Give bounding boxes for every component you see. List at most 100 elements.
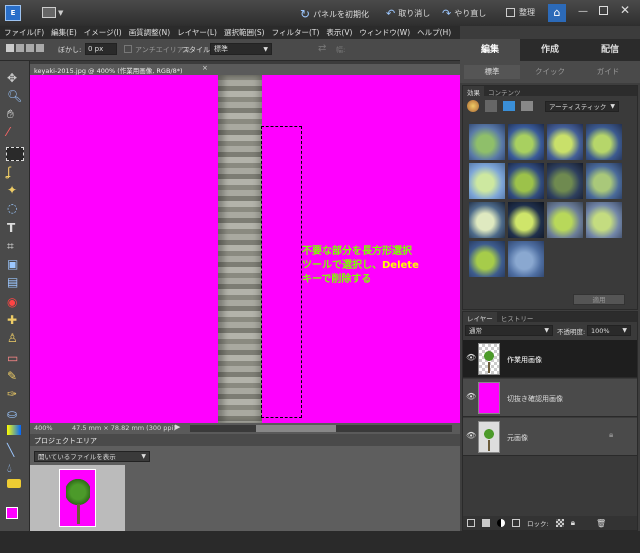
effect-thumb[interactable] (469, 163, 505, 199)
gradient-tool-icon[interactable] (7, 425, 21, 435)
brush-tool-icon[interactable]: ✑ (7, 387, 23, 403)
foreground-color-swatch[interactable] (6, 507, 18, 519)
recompose-tool-icon[interactable]: ▣ (7, 257, 23, 273)
style-icon[interactable] (485, 100, 497, 112)
minimize-button[interactable]: — (578, 6, 588, 17)
straighten-tool-icon[interactable]: ▤ (7, 275, 23, 291)
tab-quick[interactable]: クイック (522, 65, 578, 79)
menu-filter[interactable]: フィルター(T) (272, 27, 320, 38)
eye-icon[interactable]: 👁︎ (466, 392, 476, 401)
pencil-tool-icon[interactable]: ✎ (7, 369, 23, 385)
menu-help[interactable]: ヘルプ(H) (417, 27, 451, 38)
lasso-tool-icon[interactable]: ʆ (7, 165, 23, 181)
organize-button[interactable]: 整理 (506, 7, 535, 18)
effect-thumb[interactable] (586, 124, 622, 160)
menu-layer[interactable]: レイヤー(L) (177, 27, 217, 38)
menu-image[interactable]: イメージ(I) (84, 27, 122, 38)
paint-bucket-tool-icon[interactable]: ⛀ (7, 407, 23, 423)
horizontal-scrollbar[interactable] (190, 425, 452, 432)
quick-selection-tool-icon[interactable]: ◌ (7, 201, 23, 217)
effects-category-icons[interactable] (467, 100, 533, 112)
home-button[interactable]: ⌂ (548, 4, 566, 22)
adjustment-layer-icon[interactable] (497, 519, 505, 527)
tab-edit[interactable]: 編集 (460, 39, 520, 61)
layer-row[interactable]: 👁︎ 元画像 🔒︎ (463, 418, 637, 456)
new-fill-layer-icon[interactable] (482, 519, 490, 527)
lock-all-icon[interactable]: 🔒︎ (571, 518, 575, 528)
effect-thumb[interactable] (508, 163, 544, 199)
close-button[interactable]: ✕ (620, 3, 630, 17)
tab-effects[interactable]: 効果 (463, 86, 484, 97)
blur-tool-icon[interactable]: 💧︎ (7, 461, 23, 477)
layer-row[interactable]: 👁︎ 切抜き確認用画像 (463, 379, 637, 417)
eye-icon[interactable]: 👁︎ (466, 431, 476, 440)
redo-button[interactable]: ↷ やり直し (442, 7, 486, 20)
effect-thumb[interactable] (469, 124, 505, 160)
tab-guided[interactable]: ガイド (580, 65, 636, 79)
menu-window[interactable]: ウィンドウ(W) (359, 27, 410, 38)
hand-tool-icon[interactable]: ✋︎ (7, 107, 23, 123)
document-tab[interactable]: keyaki-2015.jpg @ 400% (作業用画像, RGB/8*) × (30, 64, 460, 75)
style-dropdown[interactable]: 標準 ▼ (210, 43, 272, 55)
line-tool-icon[interactable]: ╲ (7, 443, 23, 459)
healing-brush-tool-icon[interactable]: ✚ (7, 313, 23, 329)
project-thumbnail-frame[interactable] (30, 465, 125, 531)
project-filter-dropdown[interactable]: 開いているファイルを表示 ▼ (34, 451, 150, 462)
effects-category-dropdown[interactable]: アーティスティック ▼ (545, 101, 619, 112)
antialias-checkbox[interactable] (124, 45, 132, 53)
effect-thumb[interactable] (508, 124, 544, 160)
blend-mode-dropdown[interactable]: 通常 ▼ (465, 325, 553, 336)
move-tool-icon[interactable]: ✥ (7, 71, 23, 87)
trash-icon[interactable]: 🗑︎ (596, 519, 606, 528)
effect-thumb[interactable] (508, 241, 544, 277)
effect-thumb[interactable] (508, 202, 544, 238)
tab-full[interactable]: 標準 (464, 65, 520, 79)
effect-thumb[interactable] (469, 202, 505, 238)
tab-content[interactable]: コンテンツ (484, 86, 525, 97)
sponge-tool-icon[interactable] (7, 479, 21, 488)
layout-icon[interactable] (42, 7, 56, 18)
zoom-readout[interactable]: 400% (34, 424, 53, 432)
menu-enhance[interactable]: 画質調整(N) (129, 27, 170, 38)
tab-share[interactable]: 配信 (580, 39, 640, 61)
effect-thumb[interactable] (469, 241, 505, 277)
eyedropper-tool-icon[interactable]: ⁄ (7, 125, 23, 141)
layer-row[interactable]: 👁︎ 作業用画像 (463, 340, 637, 378)
menu-file[interactable]: ファイル(F) (4, 27, 44, 38)
eye-icon[interactable]: 👁︎ (466, 353, 476, 362)
all-effects-icon[interactable] (521, 101, 533, 111)
close-tab-icon[interactable]: × (202, 64, 208, 72)
clone-stamp-tool-icon[interactable]: ♙ (7, 331, 23, 347)
undo-button[interactable]: ↶ 取り消し (386, 7, 430, 20)
image-canvas[interactable]: 不要な部分を長方形選択 ツールで選択し、Delete キーで削除する (30, 75, 460, 423)
effect-thumb[interactable] (547, 202, 583, 238)
tab-create[interactable]: 作成 (520, 39, 580, 61)
tab-layers[interactable]: レイヤー (463, 312, 497, 323)
menu-select[interactable]: 選択範囲(S) (224, 27, 265, 38)
feather-input[interactable]: 0 px (85, 43, 117, 55)
selection-mode-icons[interactable] (6, 44, 44, 52)
effect-thumb[interactable] (547, 124, 583, 160)
lock-transparent-icon[interactable] (555, 519, 564, 527)
opacity-input[interactable]: 100% ▼ (587, 325, 631, 336)
effect-thumb[interactable] (586, 202, 622, 238)
mask-icon[interactable] (512, 519, 520, 527)
marquee-tool-icon[interactable] (6, 147, 24, 161)
status-arrow-icon[interactable]: ▶ (175, 423, 180, 431)
zoom-tool-icon[interactable]: 🔍︎ (7, 89, 23, 105)
filter-icon[interactable] (467, 100, 479, 112)
eraser-tool-icon[interactable]: ▭ (7, 351, 23, 367)
effect-thumb[interactable] (586, 163, 622, 199)
magic-wand-tool-icon[interactable]: ✦ (7, 183, 23, 199)
chevron-down-icon[interactable]: ▼ (58, 9, 63, 17)
red-eye-tool-icon[interactable]: ◉ (7, 295, 23, 311)
effect-thumb[interactable] (547, 163, 583, 199)
new-layer-icon[interactable] (467, 519, 475, 527)
crop-tool-icon[interactable]: ⌗ (7, 239, 23, 255)
maximize-button[interactable] (599, 6, 608, 15)
type-tool-icon[interactable]: T (7, 221, 23, 237)
photo-effect-icon[interactable] (503, 101, 515, 111)
tab-history[interactable]: ヒストリー (497, 312, 538, 323)
reset-panels-button[interactable]: ↻ パネルを初期化 (300, 7, 369, 21)
menu-view[interactable]: 表示(V) (326, 27, 352, 38)
